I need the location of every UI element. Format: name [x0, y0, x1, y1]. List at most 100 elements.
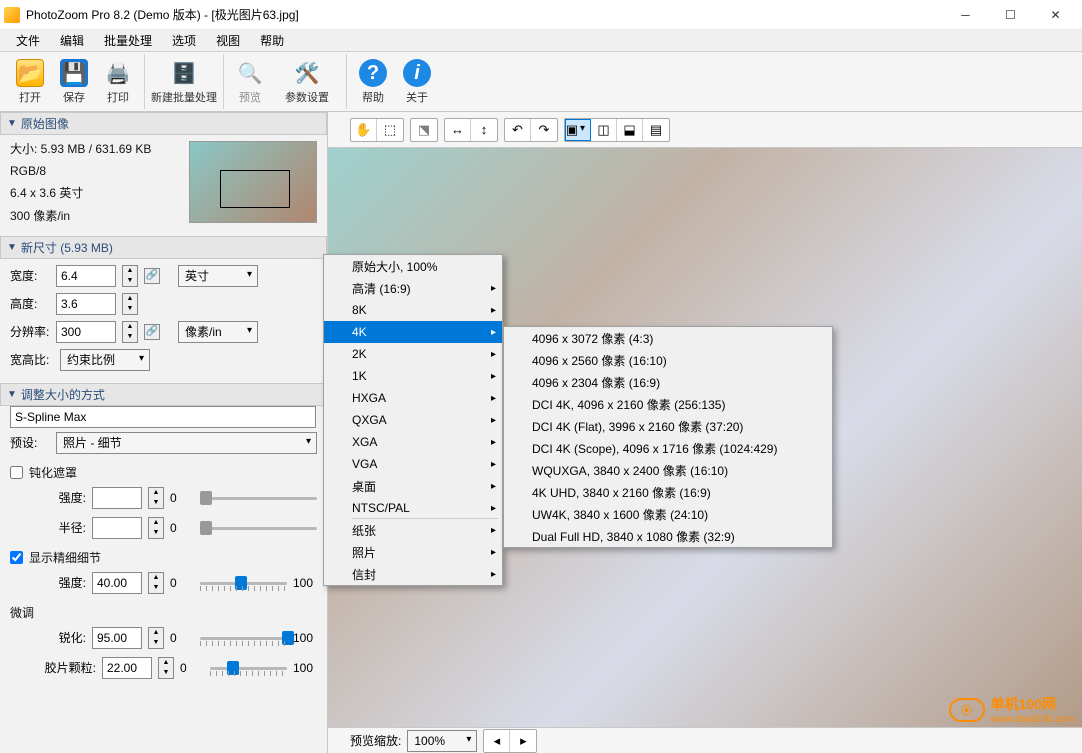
new-size-title: 新尺寸 (5.93 MB): [21, 239, 113, 256]
resolution-unit-select[interactable]: 像素/in: [178, 321, 258, 343]
intensity2-spinner[interactable]: ▲▼: [148, 572, 164, 594]
zoom-next[interactable]: ▸: [510, 730, 536, 752]
height-spinner[interactable]: ▲▼: [122, 293, 138, 315]
print-button[interactable]: 🖨️打印: [96, 54, 140, 110]
filmgrain-slider[interactable]: [210, 658, 287, 678]
sharpen-input[interactable]: [92, 627, 142, 649]
preset-photo[interactable]: 照片: [324, 541, 502, 563]
layout-single[interactable]: ▣: [565, 119, 591, 141]
intensity2-slider[interactable]: [200, 573, 287, 593]
radius-input[interactable]: [92, 517, 142, 539]
hand-tool[interactable]: ✋: [351, 119, 377, 141]
maximize-button[interactable]: ☐: [988, 1, 1033, 29]
intensity2-input[interactable]: [92, 572, 142, 594]
watermark-logo-icon: ⦿: [949, 698, 985, 722]
menu-file[interactable]: 文件: [6, 30, 50, 51]
side-panel: ▼原始图像 大小: 5.93 MB / 631.69 KB RGB/8 6.4 …: [0, 112, 328, 753]
intensity-slider[interactable]: [200, 488, 317, 508]
unsharp-mask-checkbox[interactable]: 钝化遮罩: [0, 460, 327, 485]
preset-label: 预设:: [10, 434, 50, 451]
menu-edit[interactable]: 编辑: [50, 30, 94, 51]
aspect-ratio-select[interactable]: 约束比例: [60, 349, 150, 371]
resolution-spinner[interactable]: ▲▼: [122, 321, 138, 343]
fit-vertical[interactable]: ↕: [471, 119, 497, 141]
preset-2k[interactable]: 2K: [324, 343, 502, 365]
preset-8k[interactable]: 8K: [324, 299, 502, 321]
layout-split-v[interactable]: ◫: [591, 119, 617, 141]
preset-xga[interactable]: XGA: [324, 431, 502, 453]
link-resolution-button[interactable]: 🔗: [144, 324, 160, 340]
sharpen-slider[interactable]: [200, 628, 287, 648]
4k-dualfhd[interactable]: Dual Full HD, 3840 x 1080 像素 (32:9): [504, 525, 832, 547]
4k-wquxga[interactable]: WQUXGA, 3840 x 2400 像素 (16:10): [504, 459, 832, 481]
about-button[interactable]: i关于: [395, 54, 439, 110]
original-image-header[interactable]: ▼原始图像: [0, 112, 327, 135]
radius-slider[interactable]: [200, 518, 317, 538]
4k-4096x2560[interactable]: 4096 x 2560 像素 (16:10): [504, 349, 832, 371]
menu-view[interactable]: 视图: [206, 30, 250, 51]
layout-split-h[interactable]: ⬓: [617, 119, 643, 141]
sharpen-spinner[interactable]: ▲▼: [148, 627, 164, 649]
menubar: 文件 编辑 批量处理 选项 视图 帮助: [0, 30, 1082, 52]
preset-1k[interactable]: 1K: [324, 365, 502, 387]
resize-method-header[interactable]: ▼调整大小的方式: [0, 383, 327, 406]
height-label: 高度:: [10, 295, 50, 312]
dimension-unit-select[interactable]: 英寸: [178, 265, 258, 287]
preset-select[interactable]: 照片 - 细节: [56, 432, 317, 454]
watermark-url: www.danji100.com: [991, 714, 1074, 725]
settings-button[interactable]: 🛠️参数设置: [272, 54, 342, 110]
radius-spinner[interactable]: ▲▼: [148, 517, 164, 539]
menu-help[interactable]: 帮助: [250, 30, 294, 51]
original-info: 大小: 5.93 MB / 631.69 KB RGB/8 6.4 x 3.6 …: [10, 141, 179, 230]
menu-options[interactable]: 选项: [162, 30, 206, 51]
filmgrain-input[interactable]: [102, 657, 152, 679]
main-toolbar: 📂打开 💾保存 🖨️打印 🗄️新建批量处理 🔍预览 🛠️参数设置 ?帮助 i关于: [0, 52, 1082, 112]
4k-dci[interactable]: DCI 4K, 4096 x 2160 像素 (256:135): [504, 393, 832, 415]
layout-quad[interactable]: ▤: [643, 119, 669, 141]
4k-uhd[interactable]: 4K UHD, 3840 x 2160 像素 (16:9): [504, 481, 832, 503]
zoom-prev[interactable]: ◂: [484, 730, 510, 752]
resolution-input[interactable]: [56, 321, 116, 343]
undo-button[interactable]: ↶: [505, 119, 531, 141]
4k-dci-flat[interactable]: DCI 4K (Flat), 3996 x 2160 像素 (37:20): [504, 415, 832, 437]
intensity-input[interactable]: [92, 487, 142, 509]
preset-desktop[interactable]: 桌面: [324, 475, 502, 497]
link-dimensions-button[interactable]: 🔗: [144, 268, 160, 284]
marquee-tool[interactable]: ⬚: [377, 119, 403, 141]
thumbnail-navigator[interactable]: [189, 141, 317, 223]
filmgrain-spinner[interactable]: ▲▼: [158, 657, 174, 679]
width-input[interactable]: [56, 265, 116, 287]
open-button[interactable]: 📂打开: [8, 54, 52, 110]
preset-envelope[interactable]: 信封: [324, 563, 502, 585]
preset-hxga[interactable]: HXGA: [324, 387, 502, 409]
intensity-spinner[interactable]: ▲▼: [148, 487, 164, 509]
fine-detail-checkbox[interactable]: 显示精细细节: [0, 545, 327, 570]
new-batch-button[interactable]: 🗄️新建批量处理: [149, 54, 219, 110]
4k-4096x3072[interactable]: 4096 x 3072 像素 (4:3): [504, 327, 832, 349]
zoom-select[interactable]: 100%: [407, 730, 477, 752]
menu-batch[interactable]: 批量处理: [94, 30, 162, 51]
4k-uw4k[interactable]: UW4K, 3840 x 1600 像素 (24:10): [504, 503, 832, 525]
new-size-header[interactable]: ▼新尺寸 (5.93 MB): [0, 236, 327, 259]
redo-button[interactable]: ↷: [531, 119, 557, 141]
width-spinner[interactable]: ▲▼: [122, 265, 138, 287]
fit-horizontal[interactable]: ↔: [445, 119, 471, 141]
preset-paper[interactable]: 纸张: [324, 519, 502, 541]
watermark-brand: 单机100网: [991, 694, 1074, 714]
help-button[interactable]: ?帮助: [351, 54, 395, 110]
4k-4096x2304[interactable]: 4096 x 2304 像素 (16:9): [504, 371, 832, 393]
height-input[interactable]: [56, 293, 116, 315]
preset-hd[interactable]: 高清 (16:9): [324, 277, 502, 299]
preset-vga[interactable]: VGA: [324, 453, 502, 475]
save-button[interactable]: 💾保存: [52, 54, 96, 110]
close-button[interactable]: ✕: [1033, 1, 1078, 29]
preview-button[interactable]: 🔍预览: [228, 54, 272, 110]
preset-qxga[interactable]: QXGA: [324, 409, 502, 431]
preset-ntscpal[interactable]: NTSC/PAL: [324, 497, 502, 519]
preset-4k[interactable]: 4K: [324, 321, 502, 343]
crop-tool[interactable]: ⬔: [411, 119, 437, 141]
minimize-button[interactable]: ─: [943, 1, 988, 29]
preset-original[interactable]: 原始大小, 100%: [324, 255, 502, 277]
4k-dci-scope[interactable]: DCI 4K (Scope), 4096 x 1716 像素 (1024:429…: [504, 437, 832, 459]
resize-method-select[interactable]: S-Spline Max: [10, 406, 316, 428]
